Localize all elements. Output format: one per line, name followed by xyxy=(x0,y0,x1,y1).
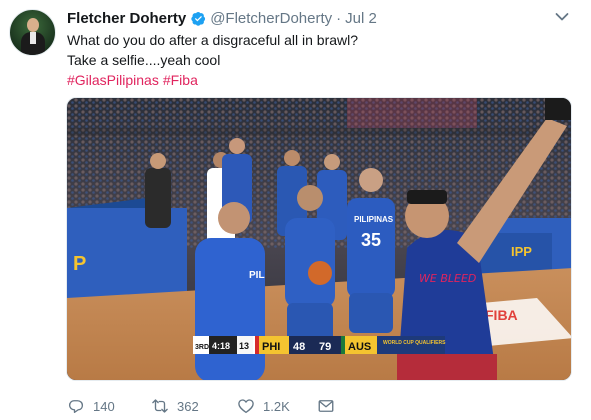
tweet-hashtags: #GilasPilipinas #Fiba xyxy=(67,71,198,90)
reply-count: 140 xyxy=(93,398,115,414)
jersey-team-text: PILIPINAS xyxy=(354,215,394,224)
avatar-head xyxy=(27,18,39,32)
banner-letter: P xyxy=(73,253,86,275)
court-logo-text: FIBA xyxy=(485,307,518,323)
scoreboard-away-team: AUS xyxy=(348,341,371,353)
heart-icon xyxy=(238,399,254,414)
retweet-icon xyxy=(152,399,168,413)
retweet-button[interactable]: 362 xyxy=(151,397,237,415)
scoreboard-away-score: 79 xyxy=(319,341,331,353)
tweet[interactable]: Fletcher Doherty @FletcherDoherty · Jul … xyxy=(0,0,591,420)
hashtag-link[interactable]: #GilasPilipinas xyxy=(67,72,159,88)
retweet-count: 362 xyxy=(177,398,199,414)
scoreboard-home-team: PHI xyxy=(262,341,280,353)
reply-icon xyxy=(68,400,84,414)
tweet-text-line: Take a selfie....yeah cool xyxy=(67,52,221,68)
scoreboard-event: WORLD CUP QUALIFIERS xyxy=(383,340,446,346)
banner-text: IPP xyxy=(511,244,532,259)
jersey-partial-text: PIL xyxy=(249,270,265,281)
scoreboard-home-score: 48 xyxy=(293,341,305,353)
scoreboard-period: 3RD xyxy=(195,344,209,351)
direct-message-button[interactable] xyxy=(317,397,335,415)
tweet-date[interactable]: Jul 2 xyxy=(345,10,377,27)
jersey-number: 35 xyxy=(361,230,381,250)
scoreboard-shot-clock: 13 xyxy=(239,341,249,351)
selfie-photo: P IPP FIBA PILIPINAS 35 PIL WE BLEED 3RD… xyxy=(67,98,571,380)
like-button[interactable]: 1.2K xyxy=(237,397,317,415)
shirt-print: WE BLEED xyxy=(419,272,476,285)
tweet-header: Fletcher Doherty @FletcherDoherty · Jul … xyxy=(67,9,377,27)
verified-badge-icon xyxy=(191,11,206,26)
avatar[interactable] xyxy=(9,9,56,56)
author-name[interactable]: Fletcher Doherty xyxy=(67,10,186,27)
tweet-actions: 140 362 1.2K xyxy=(67,396,335,416)
avatar-shirt xyxy=(30,32,36,44)
scoreboard-clock: 4:18 xyxy=(212,341,230,351)
hashtag-link[interactable]: #Fiba xyxy=(163,72,198,88)
reply-button[interactable]: 140 xyxy=(67,397,151,415)
like-count: 1.2K xyxy=(263,398,290,414)
author-handle[interactable]: @FletcherDoherty xyxy=(210,10,332,27)
tweet-photo[interactable]: P IPP FIBA PILIPINAS 35 PIL WE BLEED 3RD… xyxy=(66,97,572,381)
chevron-down-icon[interactable] xyxy=(555,12,569,22)
separator-dot: · xyxy=(336,9,342,27)
envelope-icon xyxy=(318,400,334,412)
tweet-text-line: What do you do after a disgraceful all i… xyxy=(67,32,359,48)
scoreboard: 3RD 4:18 13 PHI 48 79 AUS WORLD CUP QUAL… xyxy=(193,336,446,354)
